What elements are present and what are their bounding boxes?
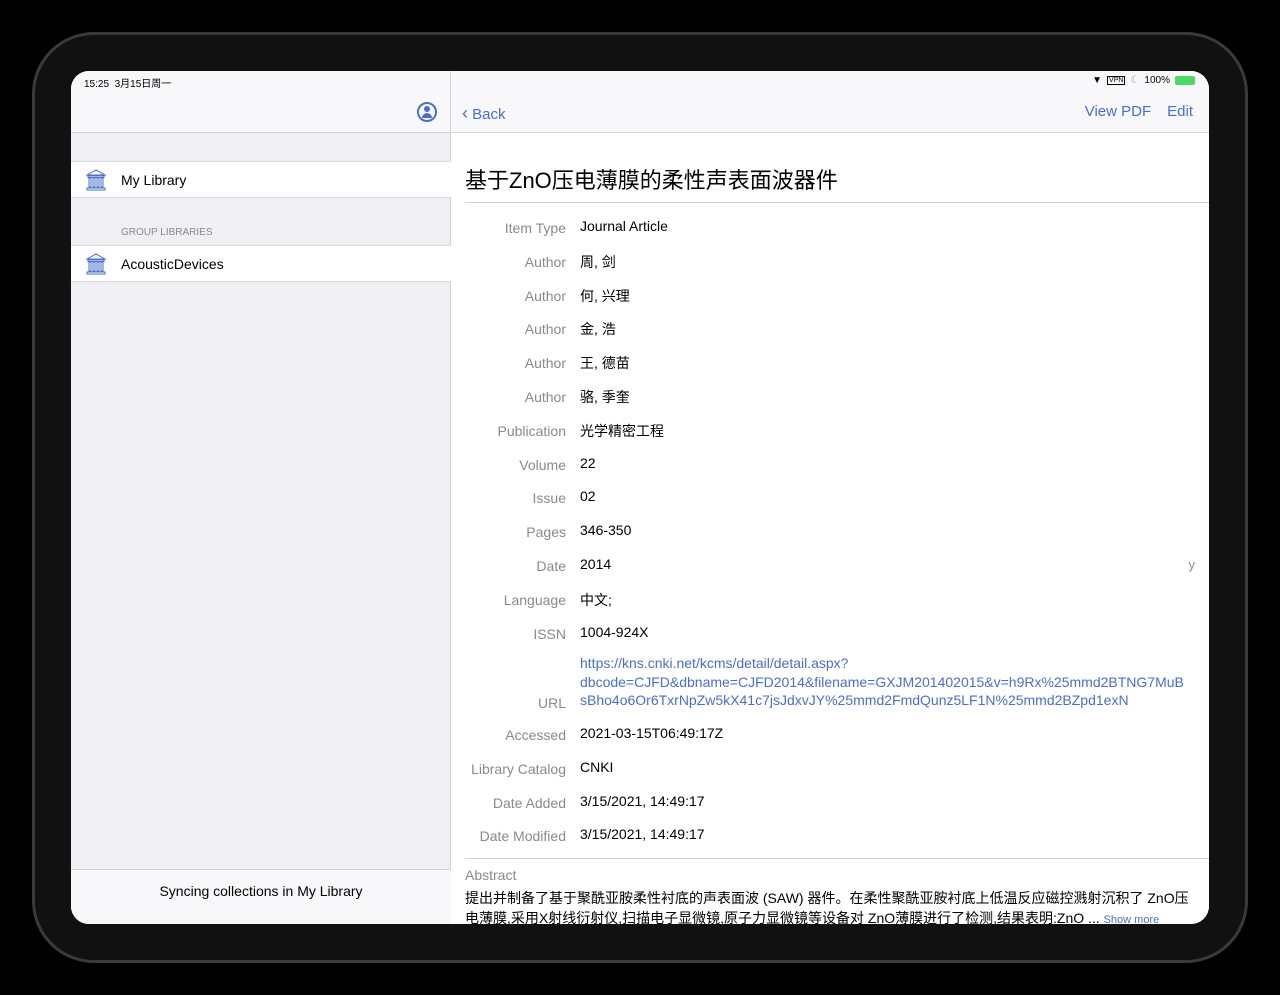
field-label: URL [537, 695, 566, 711]
wifi-icon: ▼ [1092, 75, 1103, 86]
field-value[interactable]: 3/15/2021, 14:49:17 [580, 793, 705, 809]
url-line: dbcode=CJFD&dbname=CJFD2014&filename=GXJ… [580, 673, 1184, 690]
field-label: Date [536, 558, 566, 574]
group-libraries-header: GROUP LIBRARIES [121, 227, 213, 238]
field-label: Author [524, 287, 566, 304]
battery-percent: 100% [1144, 75, 1170, 86]
field-label: Pages [526, 524, 566, 541]
field-label: Volume [519, 456, 566, 473]
url-link[interactable]: https://kns.cnki.net/kcms/detail/detail.… [580, 654, 1184, 710]
field-label: Publication [497, 422, 567, 439]
field-value[interactable]: CNKI [580, 759, 613, 775]
field-value[interactable]: 346-350 [580, 522, 631, 538]
library-icon [85, 252, 107, 274]
field-label: ISSN [533, 625, 566, 642]
nav-bar: ▼ VPN ☾ 100% ‹ Back View PDF Edit [452, 71, 1209, 133]
sidebar: 15:25 3月15日周一 My Library GROUP LIBRARIES… [71, 71, 451, 924]
field-value[interactable]: 3/15/2021, 14:49:17 [580, 826, 705, 842]
abstract-label: Abstract [465, 867, 517, 883]
field-value[interactable]: Journal Article [580, 218, 668, 234]
battery-charging-icon [1175, 76, 1195, 85]
field-label: Item Type [504, 220, 566, 236]
field-label: Language [503, 591, 566, 608]
abstract-text: 提出并制备了基于聚酰亚胺柔性衬底的声表面波 (SAW) 器件。在柔性聚酰亚胺衬底… [465, 890, 1189, 924]
screen: 15:25 3月15日周一 My Library GROUP LIBRARIES… [71, 71, 1209, 924]
sync-status: Syncing collections in My Library [71, 869, 451, 924]
divider [465, 202, 1209, 203]
chevron-left-icon: ‹ [462, 103, 468, 123]
field-label: Date Added [492, 794, 566, 811]
item-title: 基于ZnO压电薄膜的柔性声表面波器件 [465, 168, 838, 193]
field-label: Author [524, 389, 566, 405]
url-line: https://kns.cnki.net/kcms/detail/detail.… [580, 655, 849, 671]
url-line: sBho4o6Or6TxrNpZw5kX41c7jsJdxvJY%25mmd2F… [580, 692, 1129, 708]
field-label: Author [524, 321, 566, 338]
library-icon [85, 168, 107, 190]
date-suffix: y [1188, 557, 1196, 572]
item-detail: ▼ VPN ☾ 100% ‹ Back View PDF Edit 基于ZnO压… [452, 71, 1209, 924]
back-button[interactable]: ‹ Back [462, 103, 506, 124]
field-value[interactable]: 02 [580, 488, 596, 504]
field-label: Date Modified [479, 828, 566, 845]
account-icon[interactable] [417, 102, 437, 122]
field-value[interactable]: 2014 [580, 556, 611, 572]
field-label: Author [524, 355, 566, 372]
field-value[interactable]: 2021-03-15T06:49:17Z [580, 725, 723, 741]
field-label: Author [524, 253, 566, 270]
sidebar-item-my-library[interactable]: My Library [71, 161, 451, 198]
field-value[interactable]: 周, 剑 [580, 252, 616, 272]
field-label: Library Catalog [471, 760, 566, 777]
moon-icon: ☾ [1130, 75, 1140, 86]
sidebar-header: 15:25 3月15日周一 [71, 71, 450, 133]
view-pdf-button[interactable]: View PDF [1085, 103, 1151, 120]
status-bar-right: ▼ VPN ☾ 100% [1092, 75, 1195, 86]
field-label: Accessed [505, 727, 566, 743]
field-value[interactable]: 王, 德苗 [580, 353, 630, 373]
field-value[interactable]: 光学精密工程 [580, 421, 664, 441]
field-value[interactable]: 22 [580, 455, 596, 471]
field-value[interactable]: 1004-924X [580, 624, 649, 640]
vpn-badge: VPN [1107, 76, 1126, 85]
field-value[interactable]: 中文; [580, 590, 612, 610]
field-value[interactable]: 金, 浩 [580, 319, 616, 339]
show-more-link[interactable]: Show more [1104, 914, 1160, 924]
field-value[interactable]: 何, 兴理 [580, 286, 630, 306]
divider [465, 858, 1209, 859]
field-value[interactable]: 骆, 季奎 [580, 387, 630, 407]
edit-button[interactable]: Edit [1167, 103, 1193, 120]
sidebar-item-label: My Library [121, 171, 187, 188]
sidebar-item-acousticdevices[interactable]: AcousticDevices [71, 245, 451, 282]
status-time: 15:25 3月15日周一 [84, 79, 172, 90]
field-label: Issue [532, 490, 566, 507]
sidebar-item-label: AcousticDevices [121, 255, 224, 272]
